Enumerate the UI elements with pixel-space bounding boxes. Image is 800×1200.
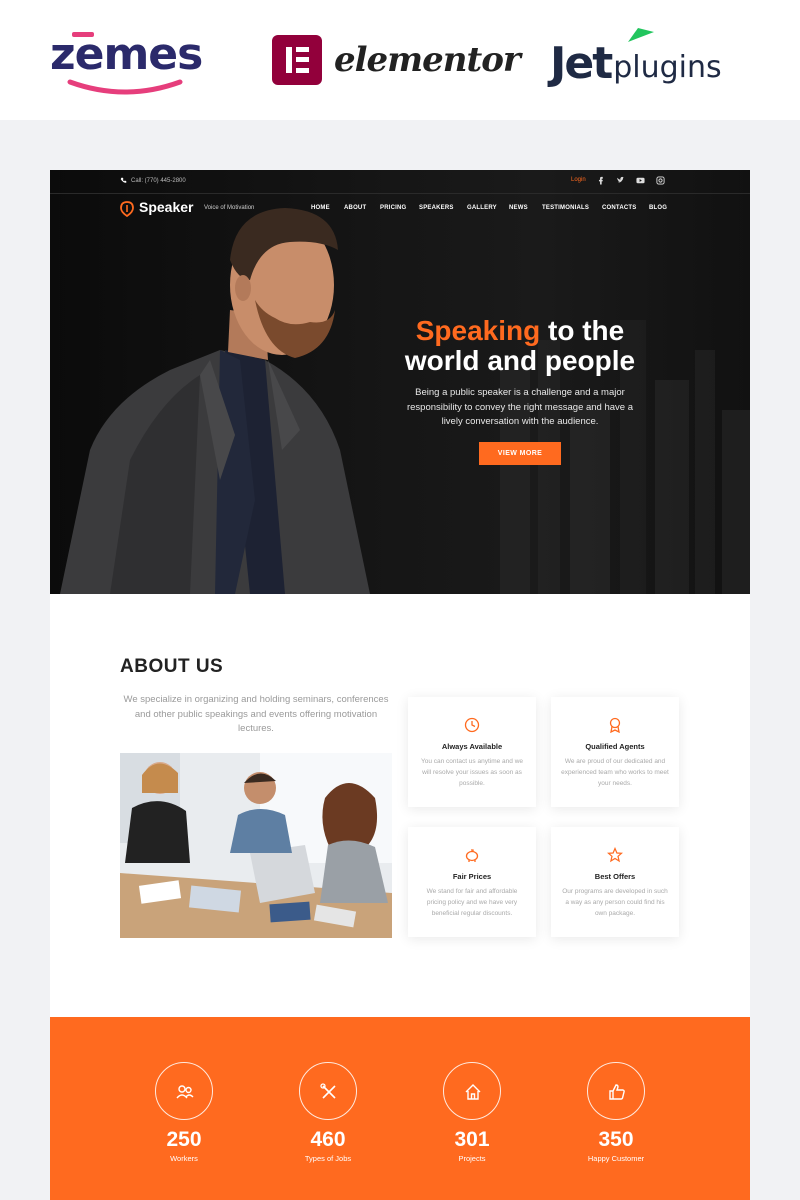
award-icon (609, 717, 621, 733)
stat-circle (443, 1062, 501, 1120)
feature-card-fair-prices: Fair Prices We stand for fair and afford… (408, 827, 536, 937)
jetplugins-logo: Jet plugins (550, 28, 722, 90)
view-more-button[interactable]: VIEW MORE (479, 442, 561, 465)
stat-circle (587, 1062, 645, 1120)
stat-circle (299, 1062, 357, 1120)
clock-icon (464, 717, 480, 733)
phone-number: Call: (770) 445-2800 (131, 177, 186, 184)
feature-desc: Our programs are developed in such a way… (562, 888, 668, 917)
about-heading: ABOUT US (120, 656, 224, 677)
instagram-icon[interactable] (656, 176, 665, 185)
house-icon (465, 1084, 481, 1100)
stat-value: 460 (310, 1128, 346, 1151)
plugins-wordmark: plugins (613, 50, 722, 85)
nav-testimonials[interactable]: TESTIMONIALS (542, 205, 589, 211)
feature-desc: You can contact us anytime and we will r… (420, 758, 524, 787)
thumbs-up-icon (609, 1084, 625, 1100)
star-icon (607, 847, 623, 863)
feature-desc: We stand for fair and affordable pricing… (426, 888, 518, 917)
brand-banner: zemes elementor Jet plugins (0, 0, 800, 120)
team-meeting-photo (120, 753, 392, 938)
zemes-logo: zemes (50, 26, 203, 96)
jet-wordmark: Jet (550, 38, 613, 89)
top-info-bar: Call: (770) 445-2800 Login (50, 170, 750, 194)
stat-label: Projects (458, 1154, 486, 1163)
feature-card-best-offers: Best Offers Our programs are developed i… (551, 827, 679, 937)
hero-description: Being a public speaker is a challenge an… (406, 387, 634, 427)
youtube-icon[interactable] (636, 176, 645, 185)
twitter-icon[interactable] (616, 176, 625, 185)
nav-blog[interactable]: BLOG (649, 205, 667, 211)
nav-news[interactable]: NEWS (509, 205, 528, 211)
stat-label: Workers (170, 1154, 198, 1163)
feature-card-always-available: Always Available You can contact us anyt… (408, 697, 536, 807)
stat-workers: 250 Workers (124, 1062, 244, 1163)
stats-section: 250 Workers 460 Types of Jobs 301 Projec… (50, 1017, 750, 1200)
nav-speakers[interactable]: SPEAKERS (419, 205, 454, 211)
feature-title: Fair Prices (452, 872, 492, 881)
elementor-mark-icon (272, 35, 322, 85)
feature-title: Always Available (441, 742, 503, 751)
nav-gallery[interactable]: GALLERY (467, 205, 497, 211)
login-link[interactable]: Login (571, 177, 586, 183)
feature-card-qualified-agents: Qualified Agents We are proud of our ded… (551, 697, 679, 807)
hero-title: Speaking to the world and people (380, 316, 660, 376)
elementor-wordmark: elementor (334, 40, 521, 80)
feature-title: Qualified Agents (585, 742, 645, 751)
stat-types-of-jobs: 460 Types of Jobs (268, 1062, 388, 1163)
team-meeting-image (120, 753, 392, 938)
template-preview: Call: (770) 445-2800 Login Speaker Voice… (50, 170, 750, 1200)
piggy-bank-icon (465, 849, 479, 862)
stat-value: 301 (454, 1128, 490, 1151)
tools-icon (320, 1083, 336, 1099)
stat-circle (155, 1062, 213, 1120)
feature-title: Best Offers (594, 872, 636, 881)
stat-projects: 301 Projects (412, 1062, 532, 1163)
hero-title-accent: Speaking (415, 315, 541, 346)
stat-happy-customer: 350 Happy Customer (556, 1062, 676, 1163)
speaker-portrait-image (60, 208, 370, 594)
hero-title-rest: to the (540, 315, 625, 346)
about-description: We specialize in organizing and holding … (123, 694, 389, 734)
nav-contacts[interactable]: CONTACTS (602, 205, 637, 211)
phone-contact[interactable]: Call: (770) 445-2800 (120, 177, 186, 184)
hero-section: Call: (770) 445-2800 Login Speaker Voice… (50, 170, 750, 594)
zemes-logo-art (67, 32, 183, 95)
stat-label: Types of Jobs (304, 1154, 352, 1163)
stat-label: Happy Customer (587, 1154, 645, 1163)
stat-value: 250 (166, 1128, 202, 1151)
facebook-icon[interactable] (596, 176, 605, 185)
hero-title-line2: world and people (404, 345, 636, 376)
elementor-logo: elementor (272, 34, 521, 86)
workers-icon (176, 1085, 194, 1099)
jet-leaf-icon (628, 28, 654, 42)
stat-value: 350 (598, 1128, 634, 1151)
feature-desc: We are proud of our dedicated and experi… (561, 758, 669, 787)
phone-icon (120, 177, 127, 183)
